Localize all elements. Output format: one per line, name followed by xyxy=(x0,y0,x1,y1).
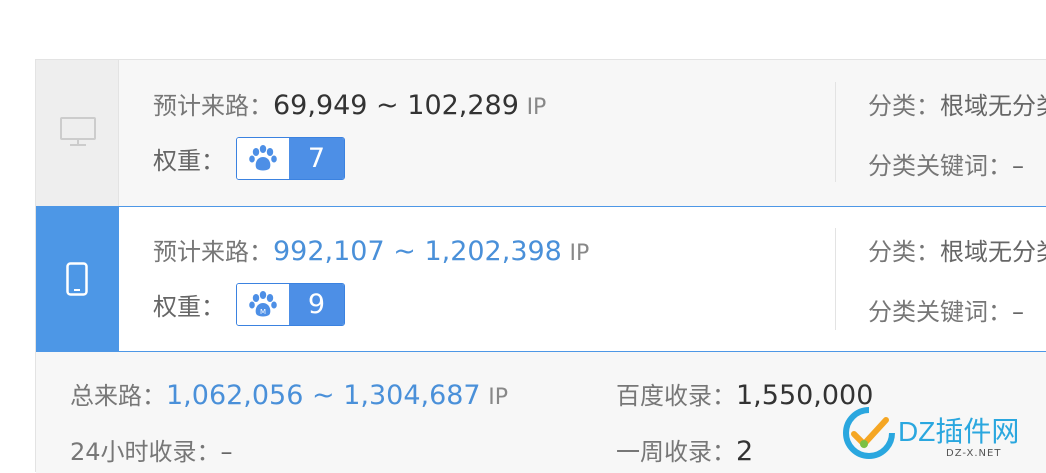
pc-category-label: 分类： xyxy=(868,92,940,120)
pc-keyword-value: – xyxy=(1012,152,1024,180)
mobile-keyword-value: – xyxy=(1012,298,1024,326)
pc-weight-value: 7 xyxy=(289,138,344,179)
pc-content: 预计来路：69,949 ~ 102,289 IP 权重： 7 分类：根域无分 分… xyxy=(120,60,1046,206)
mobile-divider xyxy=(835,228,836,330)
phone-icon xyxy=(66,262,88,296)
mobile-weight-badge[interactable]: M 9 xyxy=(236,283,345,326)
mobile-category-value: 根域无分类 xyxy=(940,238,1046,266)
pc-row: 预计来路：69,949 ~ 102,289 IP 权重： 7 分类：根域无分 分… xyxy=(36,60,1046,206)
total-traffic-unit: IP xyxy=(488,385,509,410)
watermark-text: DZ插件网 xyxy=(898,416,1020,447)
week-index-value: 2 xyxy=(736,436,754,467)
watermark: DZ插件网 DZ-X.NET xyxy=(842,404,1042,470)
pc-keyword: 分类关键词：– xyxy=(868,146,1024,181)
mobile-tab[interactable] xyxy=(36,206,119,352)
total-traffic: 总来路：1,062,056 ~ 1,304,687 IP xyxy=(70,376,508,411)
day-index: 24小时收录：– xyxy=(70,432,233,467)
pc-traffic-unit: IP xyxy=(526,95,547,120)
mobile-row: 预计来路：992,107 ~ 1,202,398 IP 权重： M 9 分类：根… xyxy=(36,206,1046,352)
mobile-category: 分类：根域无分类 xyxy=(868,232,1046,267)
mobile-traffic: 预计来路：992,107 ~ 1,202,398 IP xyxy=(153,232,589,267)
day-index-value: – xyxy=(220,438,233,466)
pc-category: 分类：根域无分类 xyxy=(868,86,1046,121)
total-traffic-label: 总来路： xyxy=(70,382,166,410)
mobile-traffic-unit: IP xyxy=(569,241,590,266)
day-index-label: 24小时收录： xyxy=(70,438,221,466)
svg-text:M: M xyxy=(260,308,266,316)
baidu-mobile-paw-icon: M xyxy=(237,284,289,325)
mobile-traffic-label: 预计来路： xyxy=(153,238,273,266)
mobile-traffic-value: 992,107 ~ 1,202,398 xyxy=(273,236,562,267)
pc-keyword-label: 分类关键词： xyxy=(868,152,1012,180)
monitor-icon xyxy=(60,117,96,146)
pc-category-value: 根域无分类 xyxy=(940,92,1046,120)
pc-traffic: 预计来路：69,949 ~ 102,289 IP xyxy=(153,86,546,121)
pc-weight-badge[interactable]: 7 xyxy=(236,137,345,180)
pc-weight-label: 权重： xyxy=(153,147,225,175)
mobile-content: 预计来路：992,107 ~ 1,202,398 IP 权重： M 9 分类：根… xyxy=(120,207,1046,351)
pc-tab[interactable] xyxy=(36,60,119,206)
mobile-category-label: 分类： xyxy=(868,238,940,266)
mobile-weight-value: 9 xyxy=(289,284,344,325)
watermark-subtext: DZ-X.NET xyxy=(946,448,1002,459)
pc-divider xyxy=(835,82,836,182)
baidu-paw-icon xyxy=(237,138,289,179)
pc-traffic-value: 69,949 ~ 102,289 xyxy=(273,90,519,121)
baidu-index: 百度收录：1,550,000 xyxy=(616,376,873,411)
week-index-label: 一周收录： xyxy=(616,438,736,466)
watermark-logo-icon xyxy=(843,407,895,459)
week-index: 一周收录：2 xyxy=(616,432,753,467)
baidu-index-label: 百度收录： xyxy=(616,382,736,410)
pc-traffic-label: 预计来路： xyxy=(153,92,273,120)
mobile-weight-label: 权重： xyxy=(153,293,225,321)
mobile-keyword: 分类关键词：– xyxy=(868,292,1024,327)
total-traffic-value: 1,062,056 ~ 1,304,687 xyxy=(166,380,481,411)
mobile-keyword-label: 分类关键词： xyxy=(868,298,1012,326)
